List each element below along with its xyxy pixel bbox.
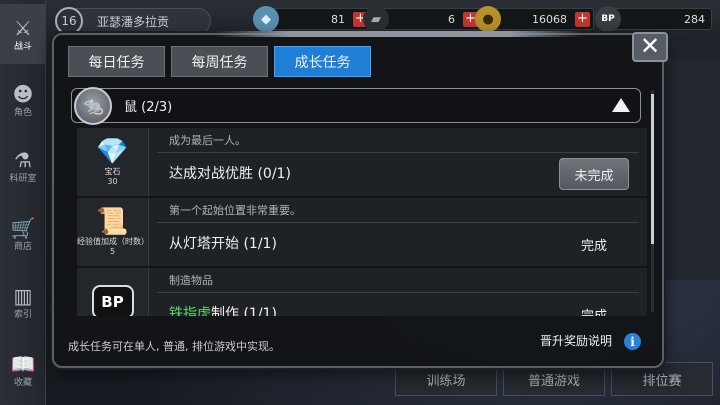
sidebar-item-battle[interactable]: ⚔ 战斗 (0, 4, 46, 64)
divider (157, 292, 639, 293)
sidebar-item-shop[interactable]: 🛒 商店 (0, 204, 46, 264)
task-title: 达成对战优胜 (0/1) (169, 166, 291, 182)
sidebar-item-label: 科研室 (9, 173, 37, 184)
scrollbar[interactable] (651, 90, 654, 312)
promotion-reward-link[interactable]: 晋升奖励说明 (540, 332, 612, 349)
info-icon[interactable]: i (624, 333, 641, 350)
sidebar-item-label: 战斗 (13, 41, 32, 52)
close-icon: ✕ (639, 32, 661, 60)
add-coin-button[interactable]: + (575, 12, 590, 27)
sidebar-item-character[interactable]: ☻ 角色 (0, 70, 46, 130)
task-title: 铁指虎制作 (1/1) (169, 303, 277, 316)
player-badge[interactable]: 16 亚瑟潘多拉贡 (55, 7, 211, 35)
reward-cell: 💎 宝石 30 (77, 128, 149, 196)
sidebar-item-label: 收藏 (13, 377, 32, 388)
task-row: 💎 宝石 30 成为最后一人。 达成对战优胜 (0/1) 未完成 (77, 128, 647, 196)
complete-status: 完成 (580, 308, 607, 317)
task-title: 从灯塔开始 (1/1) (169, 236, 277, 252)
category-header[interactable]: 🐀 鼠 (2/3) (71, 86, 641, 125)
sidebar-item-label: 角色 (13, 107, 32, 118)
sidebar-item-index[interactable]: ▥ 索引 (0, 272, 46, 332)
category-label: 鼠 (2/3) (124, 100, 173, 115)
sidebar-item-lab[interactable]: ⚗ 科研室 (0, 136, 46, 196)
bp-icon: BP (91, 285, 134, 316)
reward-count: 5 (109, 247, 116, 256)
task-title-rest: 制作 (1/1) (211, 306, 277, 316)
bp-icon: BP (595, 6, 621, 32)
reward-cell: BP (77, 268, 149, 316)
gem-icon: ◆ (253, 6, 279, 32)
sidebar-item-label: 索引 (13, 309, 32, 320)
collapse-arrow-icon[interactable] (612, 98, 630, 112)
task-list[interactable]: 💎 宝石 30 成为最后一人。 达成对战优胜 (0/1) 未完成 📜 经验值加成… (77, 128, 647, 316)
mission-tabs: 每日任务 每周任务 成长任务 (68, 46, 371, 77)
tab-growth[interactable]: 成长任务 (274, 46, 371, 77)
tab-daily[interactable]: 每日任务 (68, 46, 165, 77)
bp-resource: BP 284 (595, 6, 712, 32)
incomplete-button[interactable]: 未完成 (559, 158, 629, 190)
card-icon: ▰ (363, 6, 389, 32)
right-side-panel (660, 60, 720, 280)
close-button[interactable]: ✕ (632, 32, 668, 62)
reward-name: 宝石 (104, 167, 121, 176)
task-row: 📜 经验值加成（时数） 5 第一个起始位置非常重要。 从灯塔开始 (1/1) 完… (77, 198, 647, 266)
person-icon: ☻ (12, 81, 34, 106)
rat-icon: 🐀 (74, 86, 112, 125)
reward-cell: 📜 经验值加成（时数） 5 (77, 198, 149, 266)
reward-name: 经验值加成（时数） (77, 237, 149, 246)
flask-icon: ⚗ (14, 147, 32, 172)
gem-resource: ◆ 81 + (253, 6, 372, 32)
divider (157, 222, 639, 223)
gem-icon: 💎 (96, 137, 129, 167)
tab-weekly[interactable]: 每周任务 (171, 46, 268, 77)
player-level: 16 (55, 7, 83, 35)
books-icon: ▥ (13, 283, 33, 308)
footer-note: 成长任务可在单人, 普通, 排位游戏中实现。 (68, 340, 280, 353)
task-description: 制造物品 (169, 274, 213, 287)
player-name: 亚瑟潘多拉贡 (97, 14, 170, 29)
cart-icon: 🛒 (10, 215, 36, 240)
coin-resource: ● 16068 + (475, 6, 594, 32)
scroll-thumb[interactable] (651, 94, 654, 244)
sidebar-item-label: 商店 (13, 241, 32, 252)
coin-icon: ● (475, 6, 501, 32)
card-resource: ▰ 6 + (363, 6, 482, 32)
sidebar-item-collection[interactable]: 📖 收藏 (0, 340, 46, 400)
bp-count: 284 (684, 12, 705, 26)
scroll-icon: 📜 (96, 207, 129, 237)
dialog-top-ornament (214, 31, 584, 37)
task-description: 成为最后一人。 (169, 134, 246, 147)
reward-count: 30 (107, 177, 118, 186)
gem-count: 81 (331, 12, 345, 26)
book-icon: 📖 (10, 351, 36, 376)
card-count: 6 (448, 12, 455, 26)
divider (157, 152, 639, 153)
crossed-swords-icon: ⚔ (14, 15, 32, 40)
item-name-highlight: 铁指虎 (169, 306, 211, 316)
complete-status: 完成 (580, 238, 607, 254)
task-row: BP 制造物品 铁指虎制作 (1/1) 完成 (77, 268, 647, 316)
task-description: 第一个起始位置非常重要。 (169, 204, 301, 217)
coin-count: 16068 (532, 12, 567, 26)
